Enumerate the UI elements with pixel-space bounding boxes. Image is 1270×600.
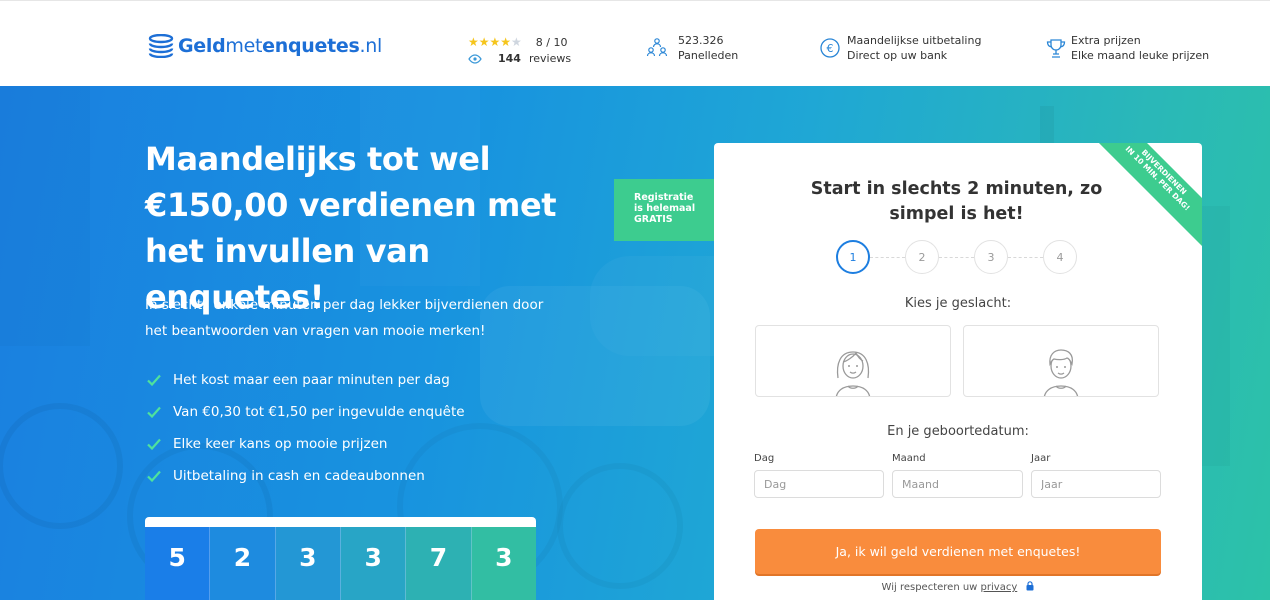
registration-free-ribbon: Registratie is helemaal GRATIS (614, 179, 714, 241)
member-counter: 523373 (145, 517, 536, 600)
panel-members-count: 523.326 (678, 34, 724, 47)
form-title: Start in slechts 2 minuten, zo simpel is… (810, 179, 1103, 224)
man-avatar-icon (1043, 349, 1079, 396)
counter-digit: 3 (471, 527, 536, 600)
day-field[interactable] (754, 470, 884, 498)
counter-digit: 2 (210, 527, 276, 600)
rating-score: 8 / 10 (535, 36, 568, 49)
panel-members-label: Panelleden (678, 49, 739, 62)
eye-icon (468, 53, 482, 64)
gender-male-option[interactable] (963, 325, 1159, 397)
benefits-list: Het kost maar een paar minuten per dag V… (147, 364, 465, 492)
benefit-item: Van €0,30 tot €1,50 per ingevulde enquêt… (147, 396, 465, 428)
hero-section: Maandelijks tot wel €150,00 verdienen me… (0, 86, 1270, 600)
step-connector (870, 256, 905, 258)
payout-title: Maandelijkse uitbetaling (847, 34, 982, 47)
birthdate-prompt: En je geboortedatum: (887, 424, 1029, 439)
signup-form-card: BIJVERDIENEN IN 10 MIN. PER DAG! Start i… (714, 143, 1202, 600)
counter-digit: 3 (340, 527, 407, 600)
logo-text: Geldmetenquetes.nl (178, 35, 382, 57)
woman-avatar-icon (835, 351, 871, 396)
payout-subtitle: Direct op uw bank (847, 49, 948, 62)
site-logo[interactable]: Geldmetenquetes.nl (148, 34, 382, 58)
privacy-note: Wij respecteren uw privacy (714, 581, 1202, 593)
check-icon (147, 406, 161, 418)
prizes-info: Extra prijzen Elke maand leuke prijzen (1045, 33, 1209, 63)
gender-prompt: Kies je geslacht: (904, 296, 1012, 311)
step-3: 3 (974, 240, 1008, 274)
submit-button[interactable]: Ja, ik wil geld verdienen met enquetes! (755, 529, 1161, 574)
counter-digit: 3 (275, 527, 341, 600)
lock-icon (1026, 581, 1034, 591)
svg-text:€: € (827, 42, 834, 55)
panel-members-info: 523.326 Panelleden (646, 33, 738, 63)
benefit-item: Elke keer kans op mooie prijzen (147, 428, 465, 460)
people-icon (646, 38, 668, 57)
step-connector (939, 256, 974, 258)
month-label: Maand (892, 453, 926, 464)
payout-info: € Maandelijkse uitbetaling Direct op uw … (819, 33, 981, 63)
step-1: 1 (836, 240, 870, 274)
benefit-item: Uitbetaling in cash en cadeaubonnen (147, 460, 465, 492)
step-4: 4 (1043, 240, 1077, 274)
trophy-icon (1046, 39, 1066, 58)
check-icon (147, 438, 161, 450)
hero-lead-text: In slechts enkele minuten per dag lekker… (145, 297, 544, 339)
year-label: Jaar (1031, 453, 1051, 464)
check-icon (147, 470, 161, 482)
coins-icon (148, 34, 174, 58)
step-indicator: 1 2 3 4 (836, 240, 1077, 274)
prizes-subtitle: Elke maand leuke prijzen (1071, 49, 1210, 62)
benefit-item: Het kost maar een paar minuten per dag (147, 364, 465, 396)
step-2: 2 (905, 240, 939, 274)
gender-female-option[interactable] (755, 325, 951, 397)
reviews-count: 144 (498, 52, 521, 65)
counter-digit: 7 (406, 527, 472, 600)
month-field[interactable] (892, 470, 1023, 498)
star-rating: ★★★★★ (468, 35, 522, 49)
year-field[interactable] (1031, 470, 1161, 498)
check-icon (147, 374, 161, 386)
prizes-title: Extra prijzen (1071, 34, 1141, 47)
day-label: Dag (754, 453, 775, 464)
reviews-label: reviews (528, 52, 572, 65)
site-header: Geldmetenquetes.nl ★★★★★ 8 / 10 144 revi… (0, 0, 1270, 86)
step-connector (1008, 256, 1043, 258)
euro-icon: € (820, 38, 840, 58)
privacy-link[interactable]: privacy (981, 582, 1018, 593)
counter-digit: 5 (145, 527, 211, 600)
counter-digits: 523373 (145, 527, 536, 600)
rating-summary: ★★★★★ 8 / 10 144 reviews (468, 35, 571, 66)
